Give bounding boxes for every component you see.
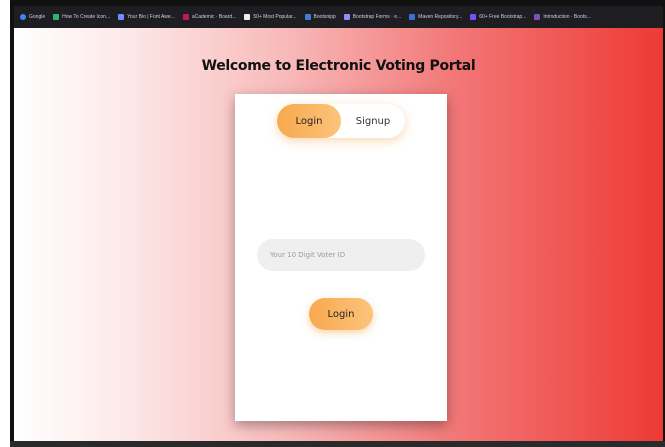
bookmark-icon [470,14,477,20]
bookmark-item[interactable]: 60+ Free Bootstrap... [470,14,526,20]
bookmark-label: Bootstrap Forms · e... [352,14,402,20]
bookmark-item[interactable]: Bootstrap Forms · e... [343,14,402,20]
bookmark-item[interactable]: Introduction · Boots... [534,14,591,20]
bookmark-label: 60+ Free Bootstrap... [479,14,527,20]
bookmark-icon [53,14,60,20]
bookmark-item[interactable]: Maven Repository... [409,14,462,20]
tab-login[interactable]: Login [277,104,341,138]
bookmark-icon [20,14,26,20]
bookmark-label: aCademic · Board... [191,14,237,20]
bookmark-label: How To Create Icon... [62,14,111,20]
bookmark-label: Maven Repository... [418,14,463,20]
bookmark-label: Your Bio | Font Awe... [127,14,175,20]
bookmark-icon [534,14,541,20]
bookmark-icon [118,14,125,20]
bookmark-icon [343,14,350,20]
voter-id-input[interactable] [257,239,425,271]
login-button[interactable]: Login [309,298,373,330]
bookmark-item[interactable]: aCademic · Board... [182,14,237,20]
auth-tab-switch: Login Signup [277,104,405,138]
bookmark-icon [304,14,311,20]
voting-portal-page: Welcome to Electronic Voting Portal Logi… [14,28,663,441]
bookmark-label: 50+ Most Popular... [253,14,297,20]
bookmark-item[interactable]: Bootsnipp [304,14,336,20]
bookmarks-bar: Google How To Create Icon... Your Bio | … [14,6,663,28]
page-title: Welcome to Electronic Voting Portal [201,58,476,74]
bookmark-item[interactable]: Google [20,14,45,20]
window-bottom-edge [10,441,665,447]
bookmark-label: Bootsnipp [313,14,336,20]
bookmark-icon [244,14,251,20]
bookmark-icon [409,14,416,20]
auth-card: Login Signup Login [235,94,447,421]
bookmark-item[interactable]: 50+ Most Popular... [244,14,297,20]
browser-window: Google How To Create Icon... Your Bio | … [10,0,665,447]
bookmark-label: Google [29,14,46,20]
bookmark-item[interactable]: Your Bio | Font Awe... [118,14,175,20]
bookmark-icon [182,14,189,20]
bookmark-item[interactable]: How To Create Icon... [53,14,110,20]
bookmark-label: Introduction · Boots... [543,14,591,20]
tab-signup[interactable]: Signup [341,104,405,138]
